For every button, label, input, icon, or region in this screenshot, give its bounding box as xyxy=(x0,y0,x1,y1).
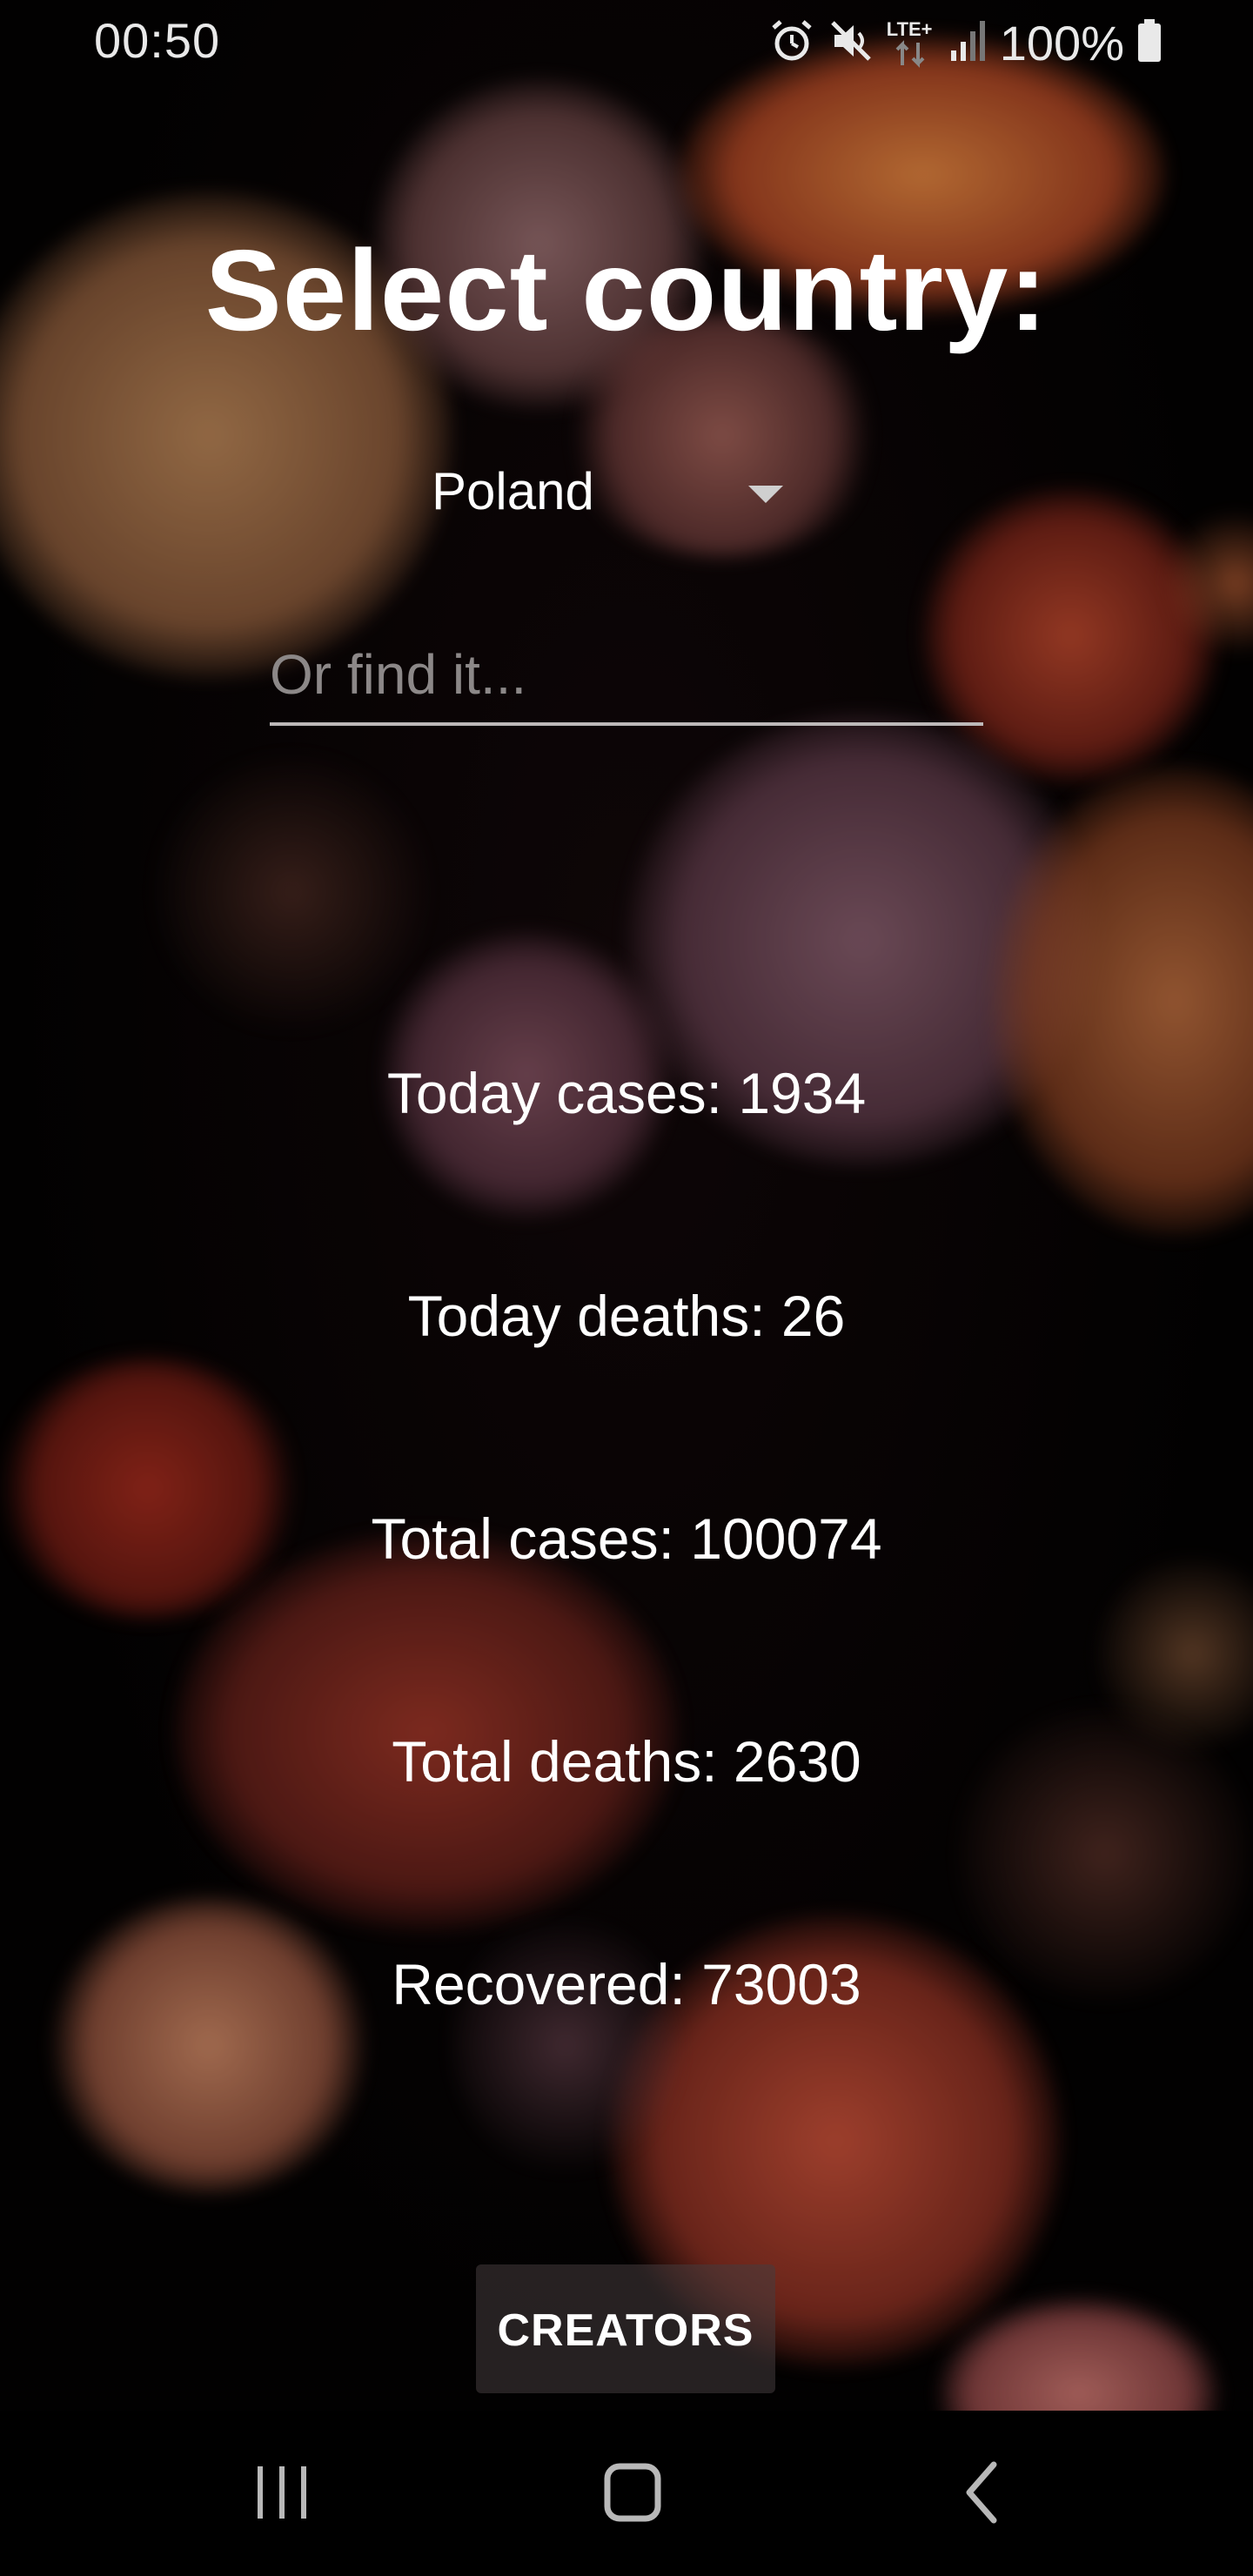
creators-button-label: CREATORS xyxy=(497,2305,754,2356)
status-icons: LTE+ 100% xyxy=(768,12,1163,73)
signal-icon xyxy=(949,17,988,69)
back-icon[interactable] xyxy=(921,2445,1042,2541)
total-cases: Total cases: 100074 xyxy=(371,1506,882,1571)
selected-country: Poland xyxy=(432,462,594,520)
app-screen: 00:50 LTE+ 100% Select country: Poland O… xyxy=(0,0,1253,2576)
status-bar: 00:50 LTE+ 100% xyxy=(0,0,1253,84)
lte-label: LTE+ xyxy=(886,18,933,40)
today-cases: Today cases: 1934 xyxy=(386,1061,867,1125)
country-search-field[interactable] xyxy=(270,627,983,731)
status-time: 00:50 xyxy=(94,13,221,68)
home-icon[interactable] xyxy=(571,2445,693,2541)
battery-icon xyxy=(1136,17,1163,69)
page-title: Select country: xyxy=(204,226,1049,354)
country-dropdown[interactable]: Poland xyxy=(409,444,809,540)
mute-icon xyxy=(828,17,874,69)
creators-button[interactable]: CREATORS xyxy=(476,2264,775,2393)
alarm-icon xyxy=(768,17,815,69)
dropdown-arrow-icon xyxy=(747,475,785,510)
recent-apps-icon[interactable] xyxy=(221,2445,343,2541)
today-deaths: Today deaths: 26 xyxy=(407,1284,846,1348)
background-virus-image xyxy=(0,0,1253,2411)
total-deaths: Total deaths: 2630 xyxy=(392,1729,861,1794)
navigation-bar xyxy=(0,2411,1253,2576)
search-underline xyxy=(270,722,983,726)
battery-percent: 100% xyxy=(999,15,1124,70)
recovered: Recovered: 73003 xyxy=(392,1952,861,2016)
lte-icon: LTE+ xyxy=(887,17,937,69)
country-search-input[interactable] xyxy=(270,635,983,714)
